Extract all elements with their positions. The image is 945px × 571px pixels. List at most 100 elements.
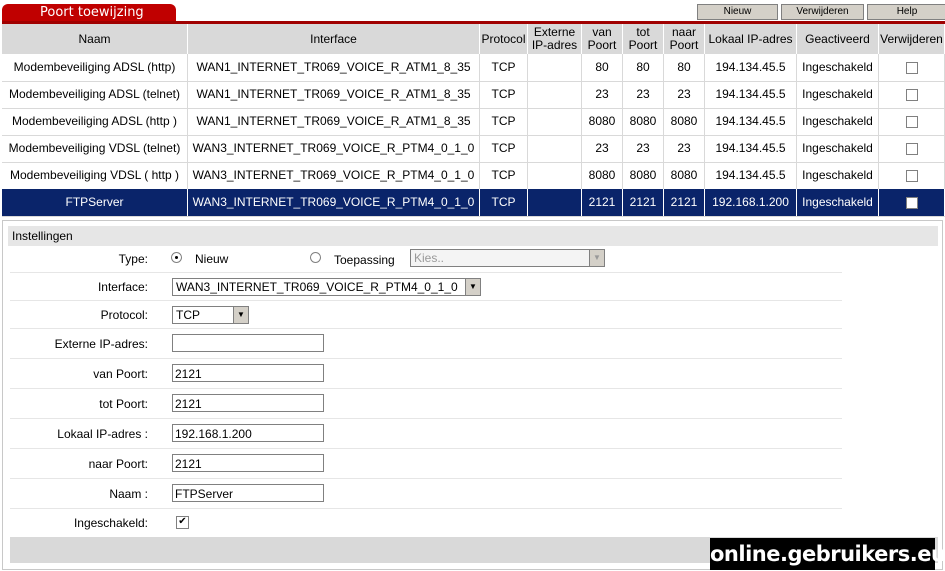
local-ip-row: Lokaal IP-adres : 192.168.1.200 [10,418,842,449]
col-header-local-ip: Lokaal IP-adres [705,24,797,54]
cell-interface: WAN1_INTERNET_TR069_VOICE_R_ATM1_8_35 [188,108,480,135]
local-ip-input[interactable]: 192.168.1.200 [172,424,324,442]
type-application-label: Toepassing [334,253,395,267]
application-select[interactable]: Kies.. ▼ [410,249,605,267]
col-header-external-ip: Externe IP-adres [528,24,582,54]
cell-name: Modembeveiliging ADSL (http) [2,54,188,81]
to-port-label: tot Poort: [99,397,148,411]
type-row: Type: Nieuw Toepassing Kies.. ▼ [10,246,842,273]
table-row[interactable]: Modembeveiliging ADSL (telnet) WAN1_INTER… [2,81,945,109]
protocol-select[interactable]: TCP ▼ [172,306,249,324]
col-header-delete: Verwijderen [879,24,945,54]
col-header-dest-port: naar Poort [664,24,705,54]
dest-port-input[interactable]: 2121 [172,454,324,472]
delete-checkbox[interactable] [905,61,918,74]
protocol-row: Protocol: TCP ▼ [10,300,842,329]
new-button[interactable]: Nieuw [697,4,778,20]
cell-delete[interactable] [879,54,945,81]
cell-protocol: TCP [480,162,528,189]
from-port-label: van Poort: [93,367,148,381]
settings-title: Instellingen [8,226,938,246]
cell-from-port: 23 [582,81,623,108]
watermark-logo: online.gebruikers.eu [710,538,945,570]
cell-local-ip: 194.134.45.5 [705,54,797,81]
delete-checkbox[interactable] [905,196,918,209]
cell-external-ip [528,189,582,216]
page-tab: Poort toewijzing [2,4,176,22]
delete-checkbox[interactable] [905,169,918,182]
table-row[interactable]: Modembeveiliging ADSL (http ) WAN1_INTERN… [2,108,945,136]
cell-local-ip: 192.168.1.200 [705,189,797,216]
cell-delete[interactable] [879,162,945,189]
cell-name: Modembeveiliging ADSL (http ) [2,108,188,135]
cell-delete[interactable] [879,81,945,108]
cell-interface: WAN1_INTERNET_TR069_VOICE_R_ATM1_8_35 [188,54,480,81]
cell-local-ip: 194.134.45.5 [705,81,797,108]
cell-interface: WAN3_INTERNET_TR069_VOICE_R_PTM4_0_1_0 [188,189,480,216]
cell-interface: WAN3_INTERNET_TR069_VOICE_R_PTM4_0_1_0 [188,135,480,162]
table-row[interactable]: Modembeveiliging VDSL (telnet) WAN3_INTER… [2,135,945,163]
cell-name: Modembeveiliging VDSL (telnet) [2,135,188,162]
cell-enabled: Ingeschakeld [797,162,879,189]
type-new-radio[interactable] [171,252,182,263]
cell-protocol: TCP [480,54,528,81]
external-ip-input[interactable] [172,334,324,352]
col-header-from-port: van Poort [582,24,623,54]
cell-local-ip: 194.134.45.5 [705,135,797,162]
cell-local-ip: 194.134.45.5 [705,108,797,135]
enabled-checkbox[interactable]: ✔ [176,516,189,529]
page-title: Poort toewijzing [40,5,144,20]
cell-enabled: Ingeschakeld [797,54,879,81]
cell-from-port: 8080 [582,162,623,189]
cell-to-port: 23 [623,135,664,162]
cell-to-port: 8080 [623,162,664,189]
from-port-input[interactable]: 2121 [172,364,324,382]
chevron-down-icon: ▼ [589,250,604,266]
delete-button[interactable]: Verwijderen [781,4,864,20]
cell-to-port: 23 [623,81,664,108]
cell-dest-port: 23 [664,81,705,108]
to-port-input[interactable]: 2121 [172,394,324,412]
dest-port-label: naar Poort: [88,457,148,471]
cell-protocol: TCP [480,108,528,135]
cell-delete[interactable] [879,189,945,216]
cell-to-port: 8080 [623,108,664,135]
chevron-down-icon: ▼ [233,307,248,323]
cell-external-ip [528,81,582,108]
cell-external-ip [528,108,582,135]
cell-dest-port: 8080 [664,108,705,135]
cell-to-port: 2121 [623,189,664,216]
cell-enabled: Ingeschakeld [797,135,879,162]
table-row[interactable]: FTPServer WAN3_INTERNET_TR069_VOICE_R_PTM… [2,189,945,217]
cell-enabled: Ingeschakeld [797,108,879,135]
delete-checkbox[interactable] [905,142,918,155]
cell-delete[interactable] [879,108,945,135]
help-button[interactable]: Help [867,4,945,20]
cell-external-ip [528,135,582,162]
cell-interface: WAN3_INTERNET_TR069_VOICE_R_PTM4_0_1_0 [188,162,480,189]
cell-enabled: Ingeschakeld [797,189,879,216]
table-row[interactable]: Modembeveiliging ADSL (http) WAN1_INTERNE… [2,54,945,82]
interface-select-value: WAN3_INTERNET_TR069_VOICE_R_PTM4_0_1_0 [176,280,458,294]
cell-protocol: TCP [480,81,528,108]
type-application-radio[interactable] [310,252,321,263]
delete-checkbox[interactable] [905,88,918,101]
type-new-label: Nieuw [195,252,229,266]
checkmark-icon: ✔ [178,516,187,527]
delete-checkbox[interactable] [905,115,918,128]
cell-protocol: TCP [480,189,528,216]
table-row[interactable]: Modembeveiliging VDSL ( http ) WAN3_INTER… [2,162,945,190]
cell-local-ip: 194.134.45.5 [705,162,797,189]
from-port-row: van Poort: 2121 [10,358,842,389]
top-bar: Poort toewijzing Nieuw Verwijderen Help [0,0,945,24]
cell-delete[interactable] [879,135,945,162]
name-input[interactable]: FTPServer [172,484,324,502]
cell-dest-port: 23 [664,135,705,162]
external-ip-label: Externe IP-adres: [54,337,148,351]
col-header-enabled: Geactiveerd [797,24,879,54]
cell-name: FTPServer [2,189,188,216]
cell-from-port: 2121 [582,189,623,216]
enabled-row: Ingeschakeld: ✔ [10,508,842,536]
col-header-protocol: Protocol [480,24,528,54]
interface-select[interactable]: WAN3_INTERNET_TR069_VOICE_R_PTM4_0_1_0 ▼ [172,278,481,296]
